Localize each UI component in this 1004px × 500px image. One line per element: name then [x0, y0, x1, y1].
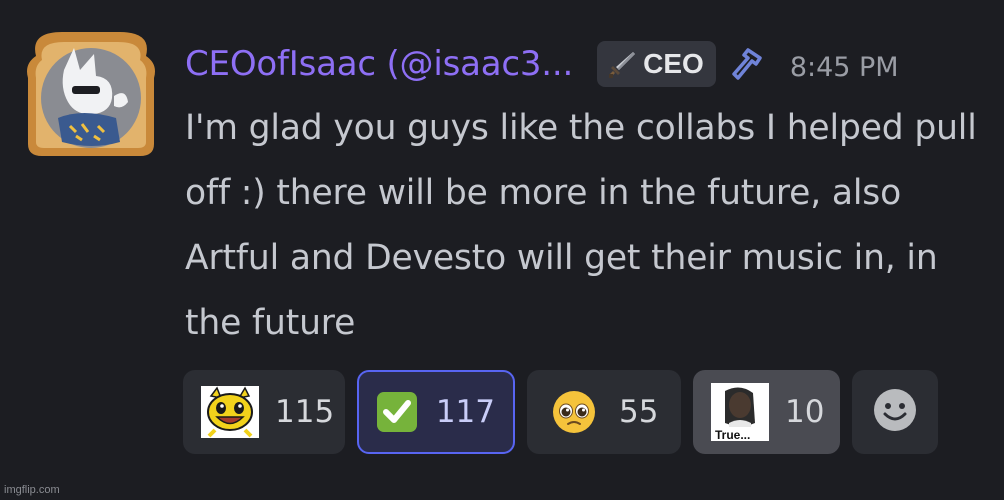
green-check-emoji — [375, 386, 420, 438]
reaction-count: 115 — [275, 394, 335, 430]
pleading-face-emoji — [545, 386, 603, 438]
smiley-add-icon — [872, 387, 918, 437]
reaction-happy-cat[interactable]: 115 — [183, 370, 345, 454]
role-label: CEO — [643, 48, 704, 79]
reactions-bar: 115 117 55 True... 10 — [183, 370, 938, 454]
role-tag[interactable]: CEO — [597, 41, 716, 87]
sword-icon — [607, 49, 637, 79]
message-text: I'm glad you guys like the collabs I hel… — [185, 108, 977, 343]
reaction-check[interactable]: 117 — [357, 370, 515, 454]
timestamp[interactable]: 8:45 PM — [790, 46, 899, 83]
happy-cat-emoji — [201, 386, 259, 438]
reaction-true[interactable]: True... 10 — [693, 370, 840, 454]
author-name[interactable]: CEOofIsaac (@isaac3... — [185, 44, 573, 84]
message-header: CEOofIsaac (@isaac3... CEO 8:45 PM — [185, 38, 899, 90]
reaction-count: 55 — [619, 394, 659, 430]
reaction-count: 117 — [435, 394, 495, 430]
avatar[interactable] — [22, 26, 160, 160]
add-reaction-button[interactable] — [852, 370, 938, 454]
watermark: imgflip.com — [4, 484, 60, 496]
true-meme-emoji: True... — [711, 383, 769, 441]
reaction-count: 10 — [785, 394, 825, 430]
hammer-icon[interactable] — [730, 46, 766, 82]
true-meme-caption: True... — [715, 428, 750, 441]
reaction-pleading[interactable]: 55 — [527, 370, 681, 454]
